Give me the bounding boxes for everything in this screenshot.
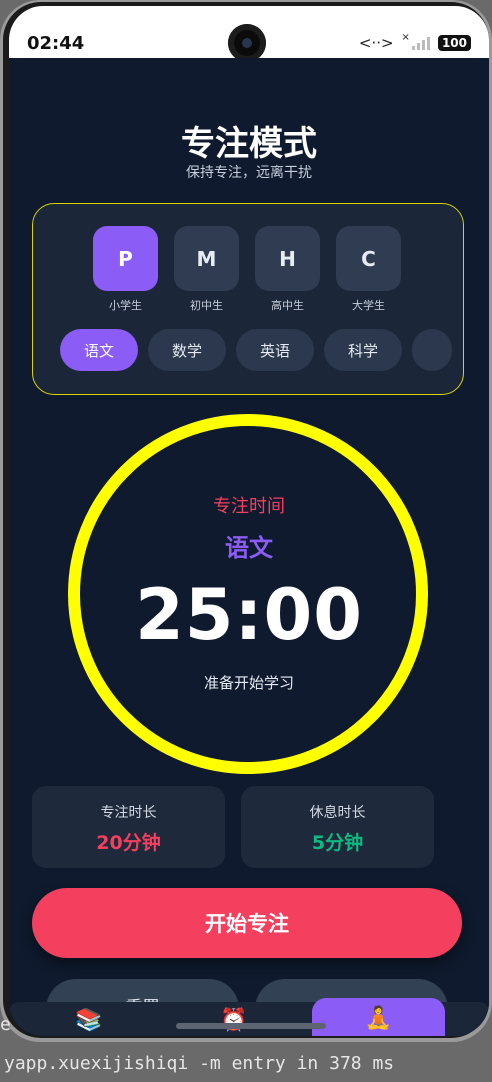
meditation-tab-icon[interactable]: 🧘 bbox=[312, 998, 445, 1036]
home-indicator[interactable] bbox=[176, 1023, 326, 1029]
terminal-output-line: yapp.xuexijishiqi -m entry in 378 ms bbox=[4, 1053, 395, 1074]
status-bar: 02:44 <··> × 100 bbox=[9, 6, 489, 62]
status-icons: <··> × 100 bbox=[358, 31, 471, 52]
signal-icon bbox=[411, 36, 430, 50]
phone-screen: 02:44 <··> × 100 专注模式 保持专注，远离干扰 P 小学生 M … bbox=[9, 6, 489, 1036]
grade-level-high[interactable]: H 高中生 bbox=[255, 226, 320, 313]
grade-level-college[interactable]: C 大学生 bbox=[336, 226, 401, 313]
grade-level-label: 大学生 bbox=[352, 299, 385, 312]
grade-level-badge: H bbox=[255, 226, 320, 291]
grade-level-badge: P bbox=[93, 226, 158, 291]
grade-level-badge: M bbox=[174, 226, 239, 291]
battery-icon: 100 bbox=[437, 35, 471, 51]
break-duration-value: 5分钟 bbox=[311, 832, 364, 854]
status-time: 02:44 bbox=[27, 33, 85, 54]
timer-subject: 语文 bbox=[225, 534, 273, 562]
subject-chip-english[interactable]: 英语 bbox=[236, 329, 315, 371]
subject-chip-more[interactable] bbox=[412, 329, 453, 371]
grade-level-badge: C bbox=[336, 226, 401, 291]
device-bezel: 02:44 <··> × 100 专注模式 保持专注，远离干扰 P 小学生 M … bbox=[3, 2, 489, 1038]
focus-duration-label: 专注时长 bbox=[100, 805, 157, 821]
grade-level-middle[interactable]: M 初中生 bbox=[174, 226, 239, 313]
focus-duration-card[interactable]: 专注时长 20分钟 bbox=[32, 786, 225, 868]
timer-label: 专注时间 bbox=[213, 496, 285, 517]
front-camera bbox=[228, 24, 266, 62]
books-tab-icon[interactable]: 📚 bbox=[49, 1002, 129, 1036]
break-duration-label: 休息时长 bbox=[309, 805, 366, 821]
page-subtitle: 保持专注，远离干扰 bbox=[186, 165, 312, 181]
grade-subject-selector: P 小学生 M 初中生 H 高中生 C 大学生 语文 数学 英语 科学 bbox=[32, 203, 464, 395]
device-frame: 02:44 <··> × 100 专注模式 保持专注，远离干扰 P 小学生 M … bbox=[0, 0, 492, 1042]
subject-chip-chinese[interactable]: 语文 bbox=[60, 329, 139, 371]
terminal-edge-text: e bbox=[0, 1014, 11, 1035]
link-icon: <··> bbox=[358, 34, 394, 52]
subject-chip-list: 语文 数学 英语 科学 bbox=[60, 329, 453, 371]
start-focus-button[interactable]: 开始专注 bbox=[32, 888, 462, 958]
grade-level-label: 高中生 bbox=[271, 299, 304, 312]
grade-level-label: 小学生 bbox=[109, 299, 142, 312]
timer-countdown: 25:00 bbox=[135, 574, 363, 656]
subject-chip-science[interactable]: 科学 bbox=[324, 329, 403, 371]
alarm-clock-tab-icon[interactable]: ⏰ bbox=[194, 1002, 274, 1036]
grade-level-list: P 小学生 M 初中生 H 高中生 C 大学生 bbox=[93, 226, 401, 313]
focus-mode-page: 专注模式 保持专注，远离干扰 P 小学生 M 初中生 H 高中生 C 大学生 语… bbox=[9, 58, 489, 1036]
grade-level-primary[interactable]: P 小学生 bbox=[93, 226, 158, 313]
focus-duration-value: 20分钟 bbox=[96, 832, 161, 854]
no-signal-icon: × bbox=[401, 31, 410, 43]
subject-chip-math[interactable]: 数学 bbox=[148, 329, 227, 371]
break-duration-card[interactable]: 休息时长 5分钟 bbox=[241, 786, 434, 868]
grade-level-label: 初中生 bbox=[190, 299, 223, 312]
page-title: 专注模式 bbox=[181, 124, 317, 164]
bottom-tab-bar: 📚 ⏰ 🧘 bbox=[9, 998, 489, 1036]
timer-status: 准备开始学习 bbox=[203, 674, 294, 692]
